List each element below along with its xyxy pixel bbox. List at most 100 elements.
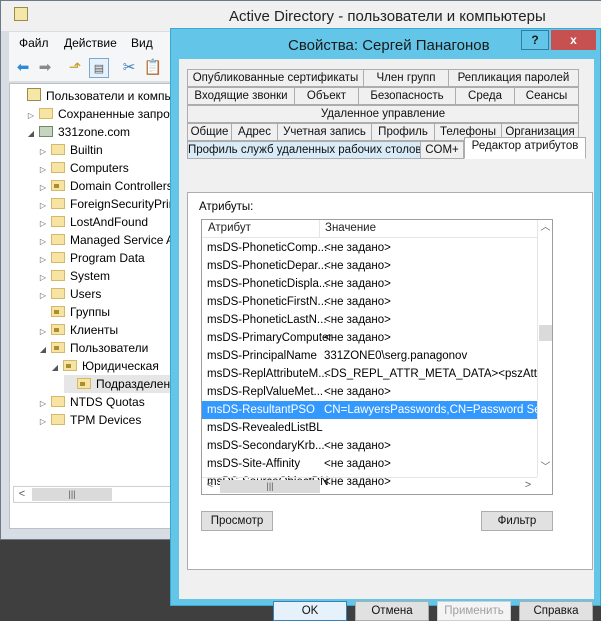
expand-icon[interactable]: ▷ <box>38 413 48 431</box>
help-button[interactable]: Справка <box>519 601 593 621</box>
attribute-row[interactable]: msDS-RevealedListBL <box>202 419 537 437</box>
tab-security[interactable]: Безопасность <box>358 87 456 105</box>
back-arrow-icon[interactable]: ⬅ <box>13 58 33 78</box>
menu-action[interactable]: Действие <box>64 36 117 50</box>
tab-password-replication[interactable]: Репликация паролей <box>448 69 579 87</box>
scroll-left-icon[interactable]: < <box>14 487 30 502</box>
attribute-row[interactable]: msDS-SecondaryKrb... <не задано> <box>202 437 537 455</box>
tree-item-label: Users <box>70 287 102 301</box>
show-hide-tree-icon[interactable]: ▤ <box>89 58 109 78</box>
folder-icon <box>51 252 65 263</box>
tab-profile[interactable]: Профиль <box>371 123 435 141</box>
tab-remote-control[interactable]: Удаленное управление <box>187 105 579 123</box>
ou-icon <box>51 306 65 317</box>
collapse-icon[interactable]: ◢ <box>38 341 48 359</box>
cut-icon[interactable]: ✂ <box>119 58 139 78</box>
tab-rds-profile[interactable]: Профиль служб удаленных рабочих столов <box>187 141 422 159</box>
collapse-icon[interactable]: ◢ <box>26 125 36 143</box>
cancel-button[interactable]: Отмена <box>355 601 429 621</box>
tree-item[interactable]: ▷ Computers <box>38 159 129 177</box>
tab-attribute-editor[interactable]: Редактор атрибутов <box>464 137 586 159</box>
close-button[interactable]: x <box>551 30 596 50</box>
scroll-thumb[interactable]: ||| <box>220 480 320 493</box>
tab-sessions[interactable]: Сеансы <box>514 87 579 105</box>
column-separator[interactable] <box>319 220 320 238</box>
attribute-row[interactable]: msDS-PhoneticComp... <не задано> <box>202 239 537 257</box>
attribute-row[interactable]: msDS-ReplValueMet... <не задано> <box>202 383 537 401</box>
tab-general[interactable]: Общие <box>187 123 232 141</box>
title-help-button[interactable]: ? <box>521 30 549 50</box>
tree-item[interactable]: ▷ Domain Controllers <box>38 177 173 195</box>
attribute-name: msDS-RevealedListBL <box>207 422 323 434</box>
attribute-row[interactable]: msDS-PhoneticDepar... <не задано> <box>202 257 537 275</box>
tree-item[interactable]: ◢ Пользователи <box>38 339 148 357</box>
tree-item[interactable]: ▷ Program Data <box>38 249 145 267</box>
list-vertical-scrollbar[interactable]: ︿ ﹀ <box>537 220 552 477</box>
scroll-left-icon[interactable]: < <box>202 479 218 494</box>
tab-environment[interactable]: Среда <box>455 87 515 105</box>
tree-item-label: Domain Controllers <box>70 179 173 193</box>
tree-item[interactable]: ▷ Сохраненные запросы <box>26 105 184 123</box>
scroll-thumb[interactable] <box>539 325 552 341</box>
attribute-row[interactable]: msDS-PhoneticLastN... <не задано> <box>202 311 537 329</box>
attribute-row[interactable]: msDS-PhoneticFirstN... <не задано> <box>202 293 537 311</box>
tree-item[interactable]: ▷ TPM Devices <box>38 411 141 429</box>
tree-item[interactable]: ▷ Builtin <box>38 141 103 159</box>
tab-account[interactable]: Учетная запись <box>277 123 372 141</box>
apply-button[interactable]: Применить <box>437 601 511 621</box>
attribute-row[interactable]: msDS-ResultantPSO CN=LawyersPasswords,CN=… <box>202 401 537 419</box>
tree-item-label: Program Data <box>70 251 145 265</box>
attribute-value: <не задано> <box>324 332 391 344</box>
attribute-value: <не задано> <box>324 386 391 398</box>
tree-item[interactable]: ▷ System <box>38 267 110 285</box>
up-folder-icon[interactable]: ⬏ <box>65 58 85 78</box>
attribute-row[interactable]: msDS-PhoneticDispla... <не задано> <box>202 275 537 293</box>
tree-item[interactable]: ◢ 331zone.com <box>26 123 130 141</box>
attribute-value: <не задано> <box>324 458 391 470</box>
attribute-name: msDS-PhoneticDepar... <box>207 260 328 272</box>
toolbar: ⬅ ➡ ⬏ ▤ ✂ 📋 <box>9 54 179 82</box>
tree-horizontal-scrollbar[interactable]: < ||| <box>13 486 175 503</box>
scroll-right-icon[interactable]: > <box>520 479 536 494</box>
tree-item[interactable]: Группы <box>38 303 110 321</box>
attribute-row[interactable]: msDS-Site-Affinity <не задано> <box>202 455 537 473</box>
tab-dial-in[interactable]: Входящие звонки <box>187 87 295 105</box>
collapse-icon[interactable]: ◢ <box>50 359 60 377</box>
tree-item[interactable]: ▷ Users <box>38 285 101 303</box>
tree-item[interactable]: ▷ NTDS Quotas <box>38 393 145 411</box>
tab-address[interactable]: Адрес <box>231 123 278 141</box>
folder-icon <box>51 198 65 209</box>
tree-item-label: Юридическая <box>82 359 159 373</box>
menu-file[interactable]: Файл <box>19 36 49 50</box>
view-button[interactable]: Просмотр <box>201 511 273 531</box>
column-header-attribute[interactable]: Атрибут <box>208 222 251 234</box>
paste-icon[interactable]: 📋 <box>143 58 163 78</box>
attribute-row[interactable]: msDS-PrincipalName 331ZONE0\serg.panagono… <box>202 347 537 365</box>
scroll-up-icon[interactable]: ︿ <box>538 220 552 236</box>
column-header-value[interactable]: Значение <box>325 222 376 234</box>
tab-object[interactable]: Объект <box>294 87 359 105</box>
filter-button[interactable]: Фильтр <box>481 511 553 531</box>
tree-item[interactable]: ▷ LostAndFound <box>38 213 148 231</box>
ou-icon <box>51 342 65 353</box>
forward-arrow-icon[interactable]: ➡ <box>35 58 55 78</box>
tab-published-certificates[interactable]: Опубликованные сертификаты <box>187 69 364 87</box>
menu-view[interactable]: Вид <box>131 36 153 50</box>
attribute-value: <не задано> <box>324 296 391 308</box>
attribute-row[interactable]: msDS-PrimaryComputer <не задано> <box>202 329 537 347</box>
attribute-row[interactable]: msDS-ReplAttributeM... <DS_REPL_ATTR_META… <box>202 365 537 383</box>
ok-button[interactable]: OK <box>273 601 347 621</box>
ou-icon <box>51 180 65 191</box>
list-horizontal-scrollbar[interactable]: < ||| > <box>202 477 537 494</box>
folder-icon <box>51 414 65 425</box>
list-header: Атрибут Значение <box>202 220 537 238</box>
attributes-label: Атрибуты: <box>199 201 254 213</box>
tab-com-plus[interactable]: COM+ <box>420 141 464 159</box>
scroll-thumb[interactable]: ||| <box>32 488 112 501</box>
scroll-down-icon[interactable]: ﹀ <box>538 460 552 476</box>
tab-member-of[interactable]: Член групп <box>363 69 449 87</box>
tree-item[interactable]: Подразделение <box>64 375 184 393</box>
tree-item[interactable]: ◢ Юридическая <box>50 357 159 375</box>
tree-item[interactable]: ▷ Клиенты <box>38 321 118 339</box>
folder-icon <box>51 216 65 227</box>
